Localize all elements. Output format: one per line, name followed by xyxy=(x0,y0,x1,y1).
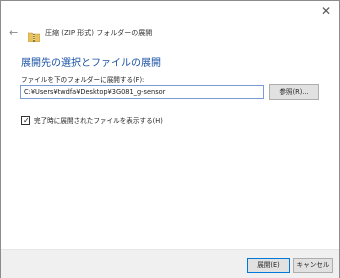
dialog-title: 圧縮 (ZIP 形式) フォルダーの展開 xyxy=(45,29,153,37)
nav-row: ← 圧縮 (ZIP 形式) フォルダーの展開 xyxy=(7,25,327,43)
checkmark-icon: ✓ xyxy=(23,116,30,125)
title-bar: ✕ xyxy=(1,1,339,23)
show-files-checkbox[interactable]: ✓ xyxy=(21,116,30,125)
destination-label: ファイルを下のフォルダーに展開する(F): xyxy=(21,76,145,84)
show-files-option[interactable]: ✓ 完了時に展開されたファイルを表示する(H) xyxy=(21,115,281,127)
dialog-footer: 展開(E) キャンセル xyxy=(1,249,339,278)
show-files-label[interactable]: 完了時に展開されたファイルを表示する(H) xyxy=(34,115,163,127)
close-icon[interactable]: ✕ xyxy=(319,4,333,18)
cancel-button[interactable]: キャンセル xyxy=(293,258,333,273)
zip-folder-icon xyxy=(27,27,41,43)
browse-button[interactable]: 参照(R)... xyxy=(269,84,319,100)
destination-path-input[interactable]: C:¥Users¥twdfa¥Desktop¥3G081_g-sensor xyxy=(20,85,264,99)
back-arrow-icon[interactable]: ← xyxy=(9,25,18,41)
page-heading: 展開先の選択とファイルの展開 xyxy=(21,58,161,69)
extract-dialog: ✕ ← 圧縮 (ZIP 形式) フォルダーの展開 展開先の選択とファイルの展開 … xyxy=(0,0,340,278)
extract-button[interactable]: 展開(E) xyxy=(247,258,290,273)
